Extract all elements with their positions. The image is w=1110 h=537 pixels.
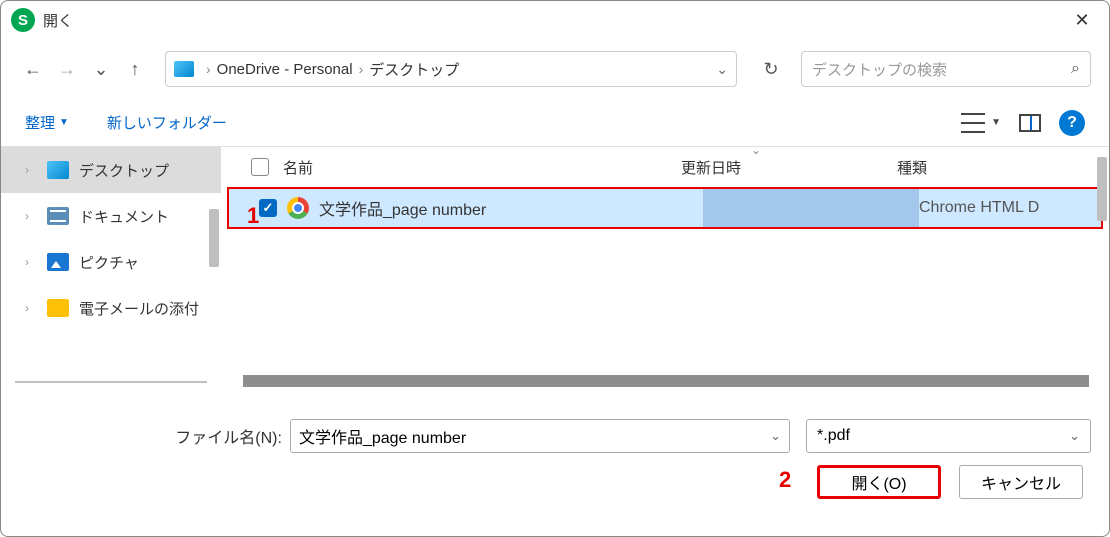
sidebar-label: 電子メールの添付 xyxy=(79,298,199,319)
column-type[interactable]: 種類 xyxy=(897,157,927,178)
sidebar: › デスクトップ › ドキュメント › ピクチャ › 電子メールの添付 xyxy=(1,147,221,391)
sidebar-label: ピクチャ xyxy=(79,252,139,273)
sidebar-item-email[interactable]: › 電子メールの添付 xyxy=(1,285,221,331)
back-button[interactable]: ← xyxy=(19,55,47,83)
column-headers: 名前 ⌄ 更新日時 種類 xyxy=(221,147,1109,187)
chevron-down-icon: ▼ xyxy=(59,117,69,128)
nav-bar: ← → ⌄ ↑ › OneDrive - Personal › デスクトップ ⌄… xyxy=(1,39,1109,99)
list-view-icon xyxy=(961,113,985,133)
file-date xyxy=(703,189,919,227)
preview-pane-button[interactable] xyxy=(1019,114,1041,132)
filetype-value: *.pdf xyxy=(817,427,850,445)
chevron-down-icon: ▼ xyxy=(991,117,1001,128)
file-name: 文学作品_page number xyxy=(319,196,703,220)
filename-value: 文学作品_page number xyxy=(299,424,466,448)
sort-indicator-icon: ⌄ xyxy=(751,143,761,157)
search-input[interactable]: デスクトップの検索 ⌕ xyxy=(801,51,1091,87)
chrome-icon xyxy=(287,197,309,219)
forward-button[interactable]: → xyxy=(53,55,81,83)
chevron-down-icon[interactable]: ⌄ xyxy=(716,61,728,78)
filename-label: ファイル名(N): xyxy=(19,424,290,448)
scrollbar-horizontal[interactable] xyxy=(243,375,1089,387)
filename-input[interactable]: 文学作品_page number ⌄ xyxy=(290,419,790,453)
file-row[interactable]: ✓ 文学作品_page number Chrome HTML D xyxy=(227,187,1103,229)
footer: ファイル名(N): 文学作品_page number ⌄ *.pdf ⌄ 開く(… xyxy=(1,391,1109,499)
divider xyxy=(15,381,207,383)
file-list: 名前 ⌄ 更新日時 種類 ✓ 文学作品_page number Chrome H… xyxy=(221,147,1109,391)
annotation-2: 2 xyxy=(779,467,791,493)
help-button[interactable]: ? xyxy=(1059,110,1085,136)
search-placeholder: デスクトップの検索 xyxy=(812,59,1071,80)
file-type: Chrome HTML D xyxy=(919,199,1039,217)
sidebar-item-documents[interactable]: › ドキュメント xyxy=(1,193,221,239)
breadcrumb-seg[interactable]: デスクトップ xyxy=(369,59,459,80)
recent-dropdown[interactable]: ⌄ xyxy=(87,55,115,83)
chevron-right-icon: › xyxy=(206,61,211,77)
window-title: 開く xyxy=(43,10,73,31)
new-folder-button[interactable]: 新しいフォルダー xyxy=(107,112,227,133)
close-button[interactable]: ✕ xyxy=(1059,1,1105,39)
up-button[interactable]: ↑ xyxy=(121,55,149,83)
picture-icon xyxy=(47,253,69,271)
scrollbar-thumb[interactable] xyxy=(1097,157,1107,221)
desktop-icon xyxy=(174,61,194,77)
annotation-1: 1 xyxy=(247,203,259,229)
column-name[interactable]: 名前 xyxy=(283,157,681,178)
column-date[interactable]: ⌄ 更新日時 xyxy=(681,157,897,178)
cancel-button[interactable]: キャンセル xyxy=(959,465,1083,499)
scrollbar-thumb[interactable] xyxy=(209,209,219,267)
filetype-select[interactable]: *.pdf ⌄ xyxy=(806,419,1091,453)
file-checkbox[interactable]: ✓ xyxy=(259,199,277,217)
organize-menu[interactable]: 整理 ▼ xyxy=(25,112,69,133)
view-menu[interactable]: ▼ xyxy=(961,113,1001,133)
sidebar-item-desktop[interactable]: › デスクトップ xyxy=(1,147,221,193)
chevron-right-icon: › xyxy=(25,163,37,177)
toolbar: 整理 ▼ 新しいフォルダー ▼ ? xyxy=(1,99,1109,147)
select-all-checkbox[interactable] xyxy=(251,158,269,176)
breadcrumb-seg[interactable]: OneDrive - Personal xyxy=(217,61,353,78)
chevron-right-icon: › xyxy=(25,301,37,315)
search-icon: ⌕ xyxy=(1071,60,1080,78)
chevron-right-icon: › xyxy=(25,209,37,223)
folder-icon xyxy=(47,299,69,317)
document-icon xyxy=(47,207,69,225)
chevron-down-icon[interactable]: ⌄ xyxy=(770,428,781,444)
chevron-right-icon: › xyxy=(25,255,37,269)
organize-label: 整理 xyxy=(25,112,55,133)
sidebar-label: ドキュメント xyxy=(79,206,169,227)
content-area: › デスクトップ › ドキュメント › ピクチャ › 電子メールの添付 名前 ⌄ xyxy=(1,147,1109,391)
refresh-button[interactable]: ↻ xyxy=(753,51,789,87)
desktop-icon xyxy=(47,161,69,179)
app-icon: S xyxy=(11,8,35,32)
titlebar: S 開く ✕ xyxy=(1,1,1109,39)
sidebar-item-pictures[interactable]: › ピクチャ xyxy=(1,239,221,285)
column-date-label: 更新日時 xyxy=(681,160,741,177)
sidebar-label: デスクトップ xyxy=(79,160,169,181)
address-bar[interactable]: › OneDrive - Personal › デスクトップ ⌄ xyxy=(165,51,737,87)
chevron-right-icon: › xyxy=(359,61,364,77)
open-button[interactable]: 開く(O) xyxy=(817,465,941,499)
chevron-down-icon[interactable]: ⌄ xyxy=(1069,428,1080,444)
